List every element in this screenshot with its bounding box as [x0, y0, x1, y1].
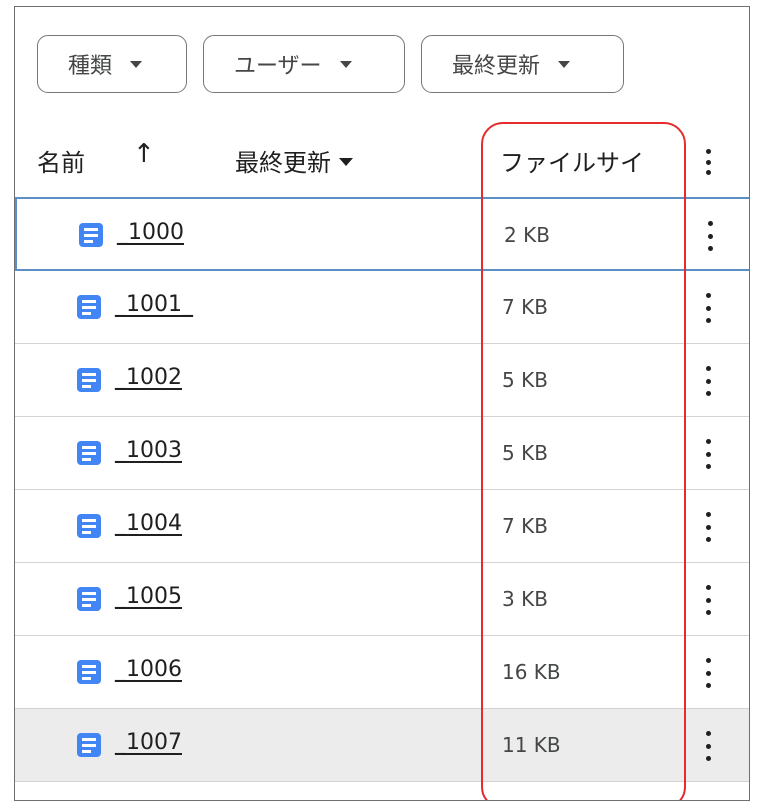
google-docs-icon — [77, 733, 101, 757]
user-filter-chip[interactable]: ユーザー — [203, 35, 405, 93]
name-column-header[interactable]: 名前 — [37, 143, 85, 178]
file-name[interactable]: _1003 — [115, 438, 182, 463]
file-row[interactable]: _1006 16 KB — [15, 636, 749, 709]
file-name[interactable]: _1006 — [115, 657, 182, 682]
google-docs-icon — [77, 514, 101, 538]
modified-filter-label: 最終更新 — [452, 54, 541, 79]
file-size: 7 KB — [502, 295, 548, 319]
more-vert-icon[interactable] — [696, 439, 720, 469]
more-vert-icon[interactable] — [696, 512, 720, 542]
more-vert-icon[interactable] — [696, 149, 720, 175]
user-filter-label: ユーザー — [234, 54, 322, 79]
type-filter-label: 種類 — [68, 54, 113, 79]
google-docs-icon — [77, 441, 101, 465]
file-name[interactable]: _1002 — [115, 365, 182, 390]
more-vert-icon[interactable] — [698, 221, 722, 251]
file-size: 7 KB — [502, 514, 548, 538]
file-name[interactable]: _1001_ — [115, 292, 193, 317]
file-row[interactable]: _1000 2 KB — [15, 197, 749, 271]
caret-down-icon — [339, 60, 352, 68]
arrow-up-icon[interactable]: ↑ — [133, 139, 155, 169]
file-name[interactable]: _1004 — [115, 511, 182, 536]
file-size: 2 KB — [504, 223, 550, 247]
file-row[interactable]: _1002 5 KB — [15, 344, 749, 417]
file-rows: _1000 2 KB _1001_ 7 KB _1002 5 KB _1003 … — [15, 197, 749, 782]
more-vert-icon[interactable] — [696, 731, 720, 761]
modified-column-label: 最終更新 — [235, 149, 331, 177]
file-size: 3 KB — [502, 587, 548, 611]
file-name[interactable]: _1007 — [115, 730, 182, 755]
file-list-panel: 種類 ユーザー 最終更新 名前 ↑ 最終更新 ファイルサイ _1000 2 KB — [14, 6, 750, 801]
filter-bar: 種類 ユーザー 最終更新 — [37, 35, 624, 95]
more-vert-icon[interactable] — [696, 366, 720, 396]
file-name[interactable]: _1005 — [115, 584, 182, 609]
file-size: 11 KB — [502, 733, 561, 757]
google-docs-icon — [79, 223, 103, 247]
file-row[interactable]: _1007 11 KB — [15, 709, 749, 782]
file-size: 16 KB — [502, 660, 561, 684]
modified-column-header[interactable]: 最終更新 — [235, 143, 353, 178]
more-vert-icon[interactable] — [696, 658, 720, 688]
caret-down-icon — [339, 157, 353, 166]
more-vert-icon[interactable] — [696, 585, 720, 615]
google-docs-icon — [77, 368, 101, 392]
file-row[interactable]: _1003 5 KB — [15, 417, 749, 490]
caret-down-icon — [130, 60, 143, 68]
file-size-column-header[interactable]: ファイルサイ — [500, 143, 644, 178]
file-row[interactable]: _1005 3 KB — [15, 563, 749, 636]
google-docs-icon — [77, 295, 101, 319]
google-docs-icon — [77, 660, 101, 684]
more-vert-icon[interactable] — [696, 293, 720, 323]
column-header-row: 名前 ↑ 最終更新 ファイルサイ — [15, 127, 749, 197]
file-size: 5 KB — [502, 368, 548, 392]
modified-filter-chip[interactable]: 最終更新 — [421, 35, 624, 93]
google-docs-icon — [77, 587, 101, 611]
file-row[interactable]: _1001_ 7 KB — [15, 271, 749, 344]
type-filter-chip[interactable]: 種類 — [37, 35, 187, 93]
file-size: 5 KB — [502, 441, 548, 465]
file-row[interactable]: _1004 7 KB — [15, 490, 749, 563]
caret-down-icon — [558, 60, 571, 68]
file-name[interactable]: _1000 — [117, 220, 184, 245]
